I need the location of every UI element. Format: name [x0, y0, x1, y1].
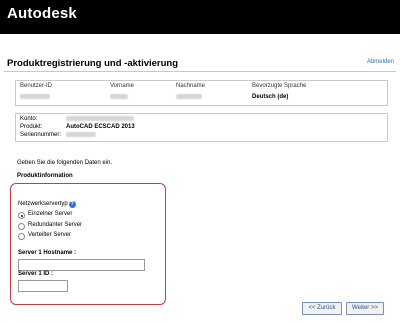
product-info-table: Konto: Produkt: AutoCAD ECSCAD 2013 Seri… — [15, 113, 388, 142]
network-type-label: Netzwerkservertyp? — [18, 201, 76, 208]
serial-label: Seriennummer: — [20, 132, 62, 138]
language-value: Deutsch (de) — [252, 94, 289, 100]
autodesk-logo: Autodesk — [7, 5, 77, 22]
top-bar: Autodesk — [0, 0, 400, 34]
server-config-panel: Netzwerkservertyp? Einzelner Server Redu… — [10, 183, 166, 305]
help-icon[interactable]: ? — [68, 201, 76, 208]
radio-label: Redundanter Server — [28, 222, 83, 228]
redacted-serial — [66, 132, 96, 138]
network-type-text: Netzwerkservertyp — [18, 201, 68, 207]
back-button[interactable]: << Zurück — [302, 302, 342, 315]
column-header-last-name: Nachname — [176, 83, 206, 89]
radio-selected-icon[interactable] — [18, 212, 25, 219]
radio-icon[interactable] — [18, 233, 25, 240]
user-info-table: Benutzer-ID Vorname Nachname Bevorzugte … — [15, 80, 388, 106]
logout-link[interactable]: Abmelden — [367, 59, 394, 65]
divider — [4, 71, 396, 72]
account-label: Konto: — [20, 116, 38, 122]
page-title: Produktregistrierung und -aktivierung — [7, 58, 179, 69]
column-header-user-id: Benutzer-ID — [20, 83, 53, 89]
radio-label: Einzelner Server — [28, 211, 73, 217]
server-id-input[interactable] — [18, 280, 68, 292]
product-value: AutoCAD ECSCAD 2013 — [66, 124, 135, 130]
radio-icon[interactable] — [18, 223, 25, 230]
column-header-first-name: Vorname — [110, 83, 135, 89]
user-table-row: Deutsch (de) — [16, 94, 387, 104]
column-header-language: Bevorzugte Sprache — [252, 83, 307, 89]
redacted-account — [66, 116, 134, 122]
radio-label: Verteilter Server — [28, 232, 72, 238]
hostname-label: Server 1 Hostname : — [18, 250, 77, 256]
hostname-input[interactable] — [18, 259, 145, 271]
server-id-label: Server 1 ID : — [18, 271, 54, 277]
user-table-header: Benutzer-ID Vorname Nachname Bevorzugte … — [16, 83, 387, 93]
instruction-text: Geben Sie die folgenden Daten ein. — [17, 160, 113, 166]
product-label: Produkt: — [20, 124, 43, 130]
section-title: Produktinformation — [17, 173, 73, 179]
next-button[interactable]: Weiter >> — [346, 302, 384, 315]
